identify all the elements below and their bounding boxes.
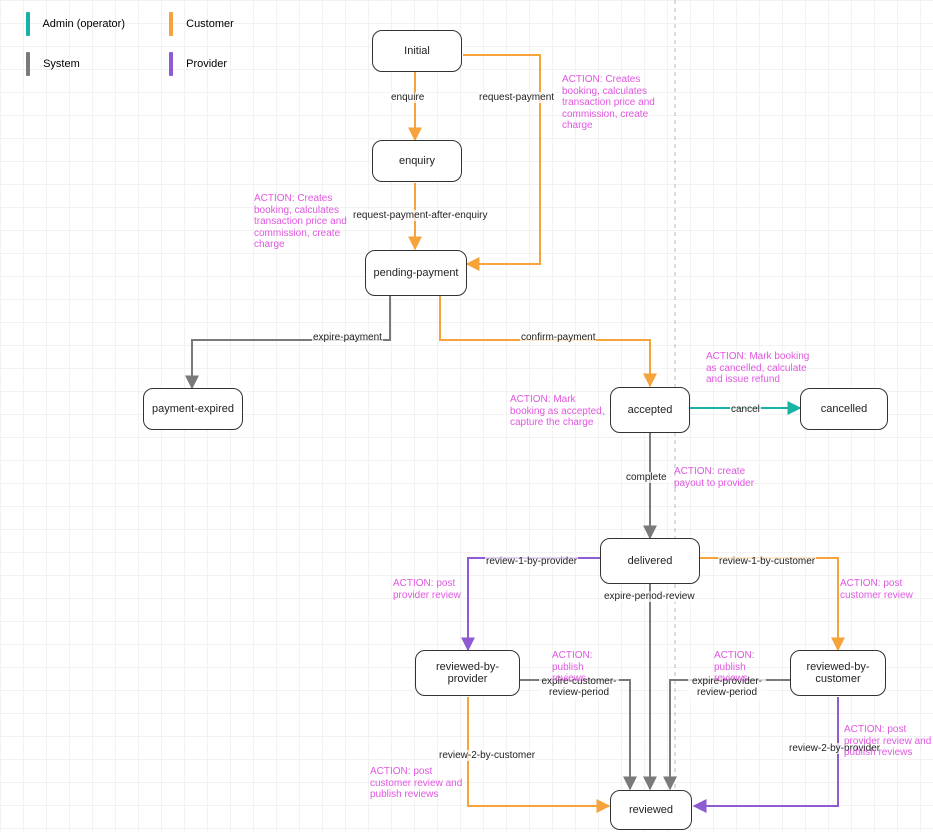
action-post-provider-review: ACTION: post provider review	[393, 578, 469, 601]
state-cancelled[interactable]: cancelled	[800, 388, 888, 430]
action-post-provider-publish: ACTION: post provider review and publish…	[844, 724, 933, 759]
state-reviewed-by-customer[interactable]: reviewed-by-customer	[790, 650, 886, 696]
action-mark-accepted: ACTION: Mark booking as accepted, captur…	[510, 394, 610, 429]
action-post-customer-publish: ACTION: post customer review and publish…	[370, 766, 470, 801]
state-reviewed-by-provider[interactable]: reviewed-by-provider	[415, 650, 520, 696]
label-review1-provider: review-1-by-provider	[485, 556, 578, 567]
state-pending-payment[interactable]: pending-payment	[365, 250, 467, 296]
state-accepted[interactable]: accepted	[610, 387, 690, 433]
label-complete: complete	[625, 472, 668, 483]
label-request-payment-after-enquiry: request-payment-after-enquiry	[352, 210, 489, 221]
state-enquiry[interactable]: enquiry	[372, 140, 462, 182]
state-accepted-label: accepted	[628, 404, 673, 416]
label-expire-period-review: expire-period-review	[603, 591, 696, 602]
label-request-payment: request-payment	[478, 92, 555, 103]
action-creates-booking-right: ACTION: Creates booking, calculates tran…	[562, 74, 662, 132]
action-publish-reviews-left: ACTION: publish reviews	[552, 650, 618, 685]
edge-review1-customer	[700, 558, 838, 650]
diagram-canvas: Admin (operator) Customer System Provide…	[0, 0, 933, 832]
state-payment-expired-label: payment-expired	[152, 403, 234, 415]
state-delivered-label: delivered	[628, 555, 673, 567]
label-enquire: enquire	[390, 92, 425, 103]
state-reviewed[interactable]: reviewed	[610, 790, 692, 830]
action-publish-reviews-right: ACTION: publish reviews	[714, 650, 780, 685]
state-initial-label: Initial	[404, 45, 430, 57]
label-review2-customer: review-2-by-customer	[438, 750, 536, 761]
state-reviewed-by-customer-label: reviewed-by-customer	[797, 661, 879, 685]
label-review1-customer: review-1-by-customer	[718, 556, 816, 567]
state-reviewed-label: reviewed	[629, 804, 673, 816]
state-reviewed-by-provider-label: reviewed-by-provider	[422, 661, 513, 685]
edges-layer	[0, 0, 933, 832]
edge-review1-provider	[468, 558, 600, 650]
state-delivered[interactable]: delivered	[600, 538, 700, 584]
action-creates-booking-left: ACTION: Creates booking, calculates tran…	[254, 193, 354, 251]
action-create-payout: ACTION: create payout to provider	[674, 466, 770, 489]
label-expire-payment: expire-payment	[312, 332, 383, 343]
state-payment-expired[interactable]: payment-expired	[143, 388, 243, 430]
edge-request-payment	[463, 55, 540, 264]
action-mark-cancelled: ACTION: Mark booking as cancelled, calcu…	[706, 351, 818, 386]
state-initial[interactable]: Initial	[372, 30, 462, 72]
label-cancel: cancel	[730, 404, 761, 415]
action-post-customer-review: ACTION: post customer review	[840, 578, 920, 601]
state-cancelled-label: cancelled	[821, 403, 867, 415]
state-pending-payment-label: pending-payment	[373, 267, 458, 279]
state-enquiry-label: enquiry	[399, 155, 435, 167]
label-confirm-payment: confirm-payment	[520, 332, 596, 343]
